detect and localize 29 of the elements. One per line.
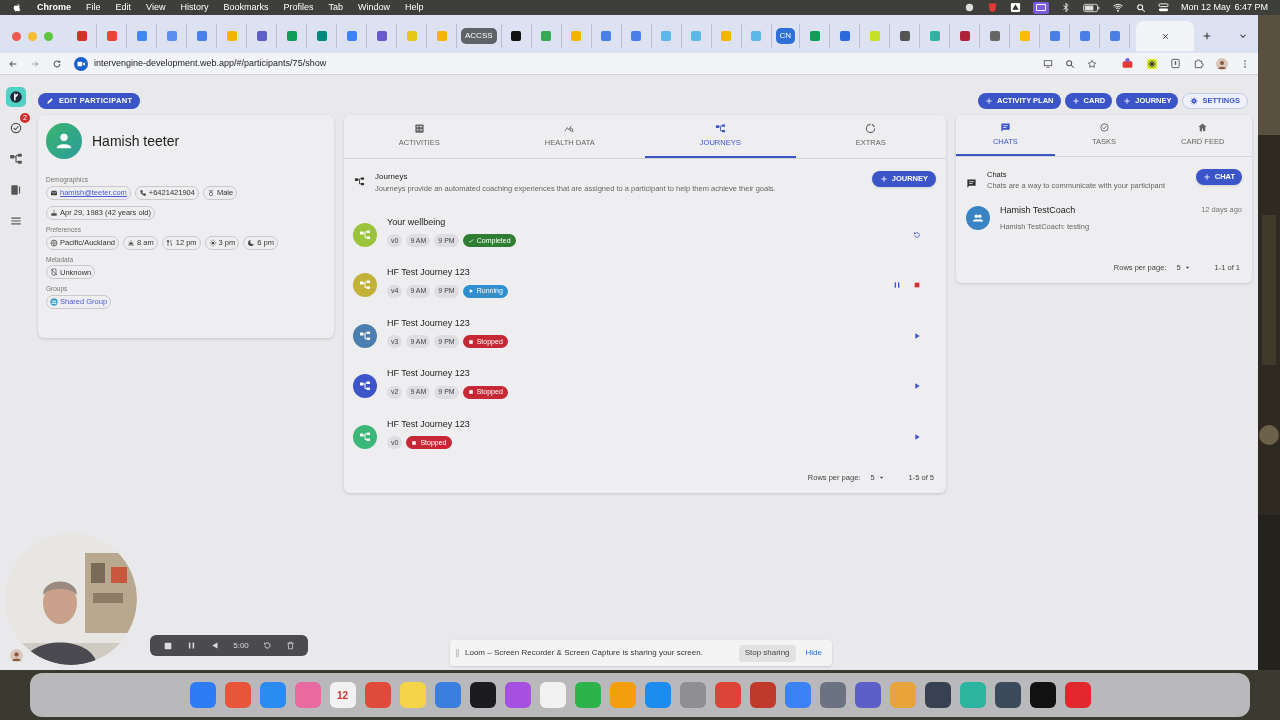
recording-timer: 5:00 [233,639,249,652]
stop-sharing-button[interactable]: Stop sharing [738,644,796,662]
menu-item[interactable]: View [146,0,166,15]
journey-name: HF Test Journey 123 [387,367,471,381]
browser-tab[interactable]: ACCSS [457,24,502,48]
menu-item[interactable]: Help [405,0,424,15]
journey-name: HF Test Journey 123 [387,266,471,280]
menu-item[interactable]: Profiles [283,0,314,15]
menu-item[interactable]: History [180,0,209,15]
app-icon[interactable]: 12 [329,682,356,708]
tab-label: ACCSS [461,28,497,44]
browser-tab[interactable]: CN [771,24,801,48]
journey-name: HF Test Journey 123 [387,417,470,431]
chat-name: Hamish TestCoach [1000,204,1077,218]
menu-item[interactable]: Bookmarks [223,0,269,15]
menu-item[interactable]: Edit [115,0,132,15]
journey-name: HF Test Journey 123 [387,316,471,330]
sharing-message: Loom – Screen Recorder & Screen Capture is sharing your screen. [465,647,703,659]
menu-item[interactable]: File [86,0,101,15]
participant-name: Hamish teeter [92,131,180,151]
tab-label: CN [775,28,796,44]
menu-item[interactable]: Tab [328,0,343,15]
section-title: Journeys [375,171,409,183]
journey-name: Your wellbeing [387,215,447,229]
menu-item[interactable]: Window [357,0,390,15]
menu-time[interactable]: 6:47 PM [1234,0,1268,15]
menu-date[interactable]: Mon 12 May [1180,0,1231,15]
hide-link[interactable]: Hide [801,647,826,659]
menu-app-name[interactable]: Chrome [37,0,71,15]
